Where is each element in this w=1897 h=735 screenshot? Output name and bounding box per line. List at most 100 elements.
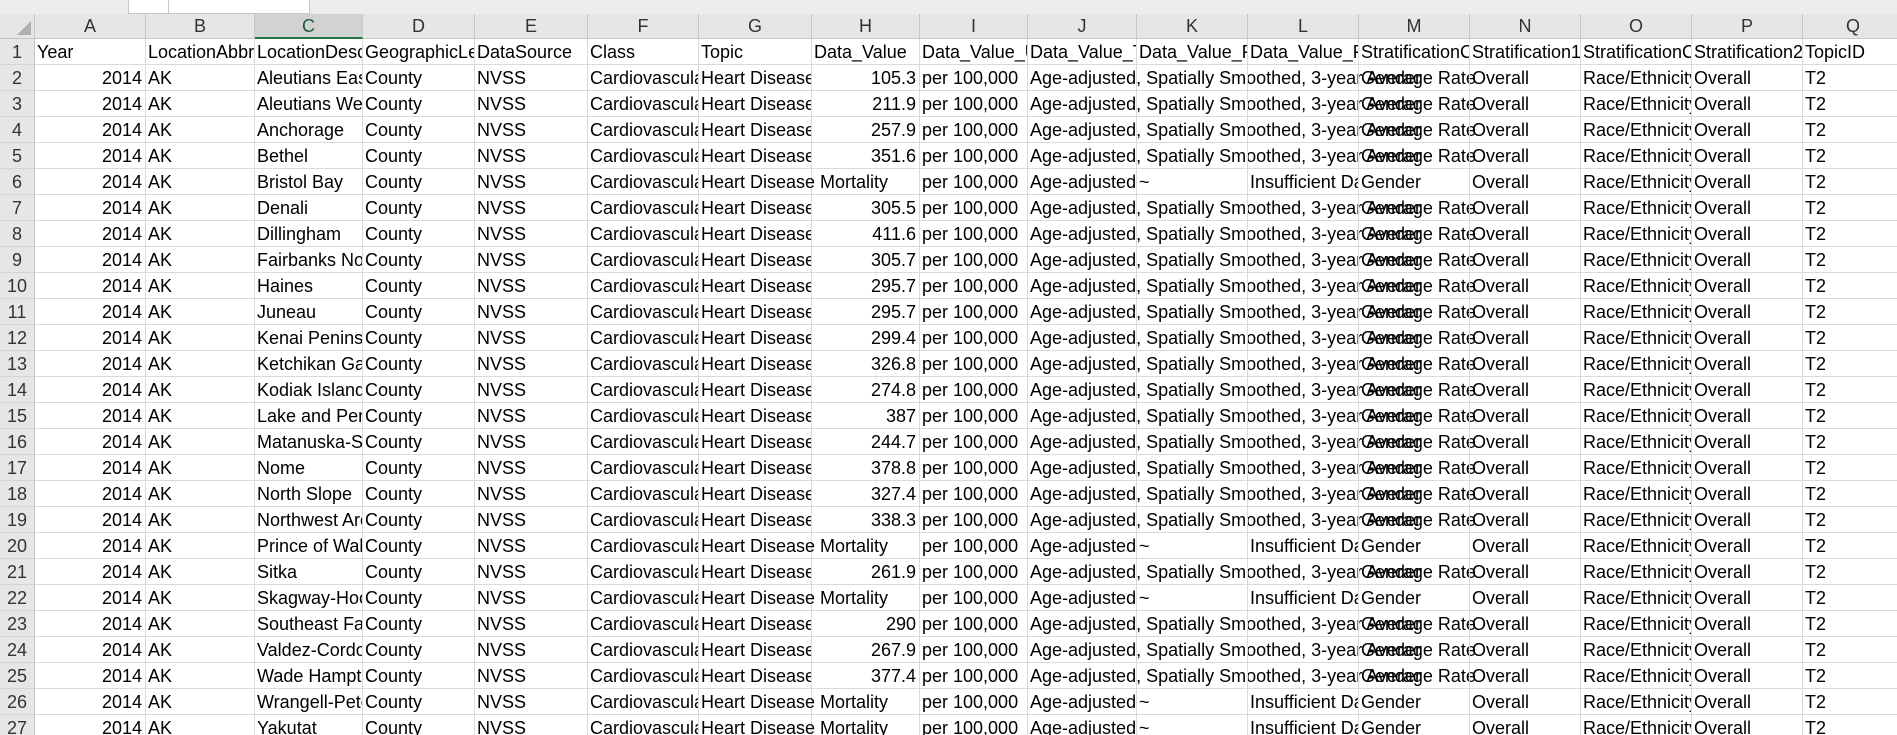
header-cell[interactable]: DataSource	[475, 39, 588, 65]
data-cell[interactable]: Overall	[1692, 325, 1803, 351]
data-cell[interactable]: per 100,000	[920, 117, 1028, 143]
data-cell[interactable]: Overall	[1692, 377, 1803, 403]
data-cell[interactable]: per 100,000	[920, 221, 1028, 247]
data-cell[interactable]: Overall	[1692, 247, 1803, 273]
data-cell[interactable]: Cardiovascular Diseases	[588, 247, 699, 273]
data-cell[interactable]: Overall	[1470, 637, 1581, 663]
data-cell[interactable]: Cardiovascular Diseases	[588, 663, 699, 689]
data-cell[interactable]: Gender	[1359, 507, 1470, 533]
data-cell[interactable]: Race/Ethnicity	[1581, 221, 1692, 247]
data-cell[interactable]: Gender	[1359, 325, 1470, 351]
data-cell[interactable]: Yakutat	[255, 715, 363, 735]
data-cell[interactable]: NVSS	[475, 559, 588, 585]
data-cell[interactable]: County	[363, 533, 475, 559]
column-header-j[interactable]: J	[1028, 14, 1137, 39]
data-cell[interactable]: 2014	[35, 481, 146, 507]
data-cell[interactable]: 327.4	[812, 481, 920, 507]
row-header[interactable]: 10	[0, 273, 35, 299]
data-cell[interactable]: Insufficient Data	[1248, 169, 1359, 195]
data-cell[interactable]: NVSS	[475, 117, 588, 143]
data-cell[interactable]: Overall	[1692, 65, 1803, 91]
data-cell[interactable]: 2014	[35, 403, 146, 429]
data-cell[interactable]: Overall	[1470, 169, 1581, 195]
column-header-m[interactable]: M	[1359, 14, 1470, 39]
column-header-h[interactable]: H	[812, 14, 920, 39]
data-cell[interactable]: Heart Disease Mortality	[699, 299, 812, 325]
data-cell[interactable]: Race/Ethnicity	[1581, 325, 1692, 351]
data-cell[interactable]: 387	[812, 403, 920, 429]
row-header[interactable]: 22	[0, 585, 35, 611]
data-cell[interactable]: NVSS	[475, 195, 588, 221]
data-cell[interactable]: AK	[146, 715, 255, 735]
data-cell[interactable]: 2014	[35, 143, 146, 169]
data-cell[interactable]: Kenai Peninsula	[255, 325, 363, 351]
data-cell[interactable]: 2014	[35, 117, 146, 143]
data-cell[interactable]	[1248, 481, 1359, 507]
data-cell[interactable]: Overall	[1470, 559, 1581, 585]
data-cell[interactable]: AK	[146, 221, 255, 247]
data-cell[interactable]: Overall	[1470, 585, 1581, 611]
data-cell[interactable]: T2	[1803, 637, 1897, 663]
header-cell[interactable]: Data_Value	[812, 39, 920, 65]
data-cell[interactable]: 2014	[35, 455, 146, 481]
data-cell[interactable]: 267.9	[812, 637, 920, 663]
data-cell[interactable]: 2014	[35, 91, 146, 117]
data-cell[interactable]: NVSS	[475, 507, 588, 533]
data-cell[interactable]: T2	[1803, 559, 1897, 585]
data-cell[interactable]: County	[363, 663, 475, 689]
data-cell[interactable]: NVSS	[475, 351, 588, 377]
data-cell[interactable]: 351.6	[812, 143, 920, 169]
data-cell[interactable]: 378.8	[812, 455, 920, 481]
data-cell[interactable]: AK	[146, 273, 255, 299]
data-cell[interactable]: Cardiovascular Diseases	[588, 65, 699, 91]
data-cell[interactable]: Age-adjusted, Spatially Smoothed, 3-year…	[1028, 559, 1476, 585]
data-cell[interactable]: Age-adjusted, Spatially Smoothed, 3-year…	[1028, 299, 1476, 325]
data-cell[interactable]: Age-adjusted, Spatially Smoothed, 3-year…	[1028, 273, 1476, 299]
data-cell[interactable]: Cardiovascular Diseases	[588, 143, 699, 169]
data-cell[interactable]	[1137, 559, 1248, 585]
data-cell[interactable]: Southeast Fairbanks	[255, 611, 363, 637]
column-header-l[interactable]: L	[1248, 14, 1359, 39]
data-cell[interactable]: NVSS	[475, 221, 588, 247]
data-cell[interactable]: T2	[1803, 429, 1897, 455]
data-cell[interactable]: T2	[1803, 689, 1897, 715]
data-cell[interactable]: Bethel	[255, 143, 363, 169]
data-cell[interactable]: Overall	[1692, 663, 1803, 689]
data-cell[interactable]: Race/Ethnicity	[1581, 481, 1692, 507]
data-cell[interactable]: NVSS	[475, 403, 588, 429]
header-cell[interactable]: Data_Value_Unit	[920, 39, 1028, 65]
data-cell[interactable]: Cardiovascular Diseases	[588, 689, 699, 715]
data-cell[interactable]: NVSS	[475, 325, 588, 351]
data-cell[interactable]: per 100,000	[920, 325, 1028, 351]
data-cell[interactable]: North Slope	[255, 481, 363, 507]
data-cell[interactable]: County	[363, 273, 475, 299]
data-cell[interactable]: Race/Ethnicity	[1581, 429, 1692, 455]
data-cell[interactable]: Heart Disease Mortality	[699, 351, 812, 377]
data-cell[interactable]	[1248, 65, 1359, 91]
data-cell[interactable]: Overall	[1692, 117, 1803, 143]
data-cell[interactable]: 211.9	[812, 91, 920, 117]
header-cell[interactable]: LocationDesc	[255, 39, 363, 65]
data-cell[interactable]	[1137, 403, 1248, 429]
header-cell[interactable]: GeographicLevel	[363, 39, 475, 65]
data-cell[interactable]: ~	[1137, 533, 1248, 559]
data-cell[interactable]	[812, 689, 920, 715]
data-cell[interactable]: Age-adjusted, Spatially Smoothed, 3-year…	[1028, 169, 1137, 195]
data-cell[interactable]: Insufficient Data	[1248, 533, 1359, 559]
data-cell[interactable]: Cardiovascular Diseases	[588, 611, 699, 637]
data-cell[interactable]: Age-adjusted, Spatially Smoothed, 3-year…	[1028, 507, 1476, 533]
row-header[interactable]: 8	[0, 221, 35, 247]
data-cell[interactable]: Denali	[255, 195, 363, 221]
data-cell[interactable]: AK	[146, 169, 255, 195]
data-cell[interactable]: Cardiovascular Diseases	[588, 325, 699, 351]
data-cell[interactable]: AK	[146, 429, 255, 455]
data-cell[interactable]: NVSS	[475, 663, 588, 689]
data-cell[interactable]	[1248, 195, 1359, 221]
data-cell[interactable]: ~	[1137, 689, 1248, 715]
data-cell[interactable]: Overall	[1692, 195, 1803, 221]
data-cell[interactable]: Heart Disease Mortality	[699, 455, 812, 481]
header-cell[interactable]: Class	[588, 39, 699, 65]
data-cell[interactable]: Heart Disease Mortality	[699, 377, 812, 403]
data-cell[interactable]: Lake and Peninsula	[255, 403, 363, 429]
data-cell[interactable]: Gender	[1359, 117, 1470, 143]
